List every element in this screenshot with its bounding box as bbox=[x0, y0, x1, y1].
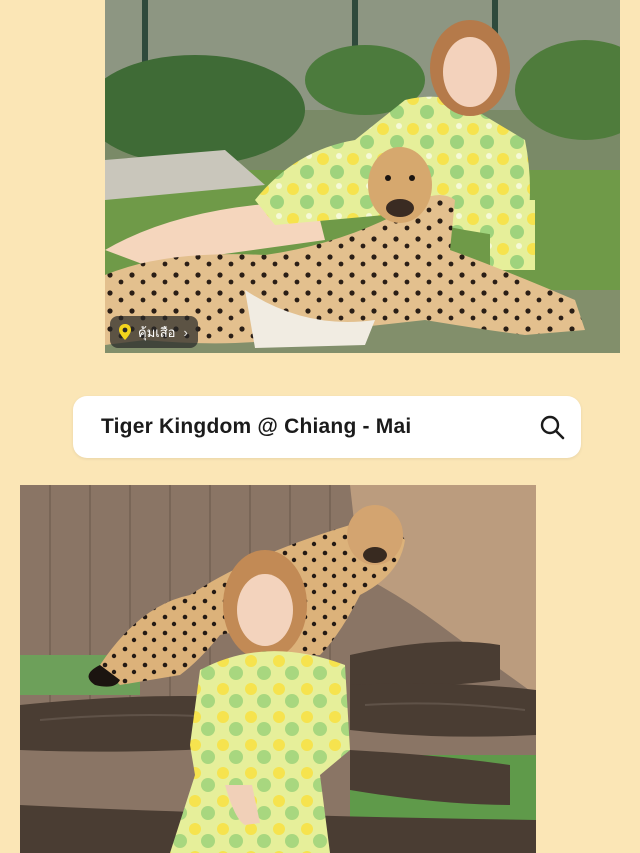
photo-cheetah-on-logs bbox=[20, 485, 536, 853]
location-label: คุ้มเสือ bbox=[138, 324, 176, 340]
search-bar[interactable]: Tiger Kingdom @ Chiang - Mai bbox=[73, 396, 581, 458]
location-pin-icon bbox=[119, 324, 131, 340]
chevron-right-icon: › bbox=[183, 324, 188, 340]
search-query: Tiger Kingdom @ Chiang - Mai bbox=[101, 415, 412, 438]
search-icon[interactable] bbox=[539, 414, 565, 440]
location-tag[interactable]: คุ้มเสือ › bbox=[110, 316, 198, 348]
photo-cheetah-lying bbox=[105, 0, 620, 353]
